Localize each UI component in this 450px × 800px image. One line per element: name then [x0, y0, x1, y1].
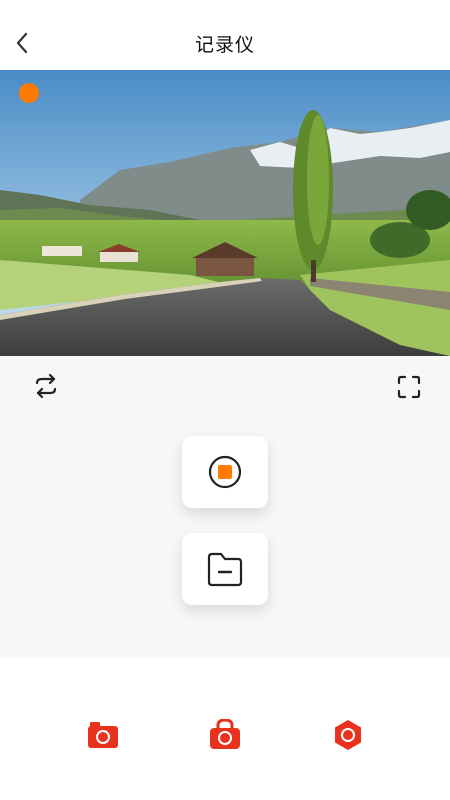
rotate-camera-button[interactable] [31, 371, 61, 401]
controls-bar [0, 356, 450, 418]
camera-feed-image [0, 70, 450, 356]
bottom-nav [0, 658, 450, 800]
record-button[interactable] [182, 436, 268, 508]
files-button[interactable] [182, 533, 268, 605]
action-area [0, 418, 450, 658]
rotate-camera-icon [35, 373, 57, 399]
locked-camera-icon [210, 719, 240, 749]
bottom-nav-hexagon-camera[interactable] [331, 718, 365, 752]
page-title: 记录仪 [194, 34, 255, 56]
bottom-nav-locked-camera[interactable] [208, 718, 242, 752]
camera-icon [88, 722, 118, 748]
bottom-nav-camera[interactable] [86, 718, 120, 752]
fullscreen-button[interactable] [394, 372, 424, 402]
folder-icon [207, 552, 243, 587]
header: 记录仪 [0, 0, 450, 70]
camera-preview[interactable] [0, 70, 450, 356]
fullscreen-icon [397, 375, 421, 399]
stop-record-icon [208, 455, 242, 489]
recording-indicator [19, 83, 39, 103]
hexagon-camera-icon [335, 720, 361, 750]
